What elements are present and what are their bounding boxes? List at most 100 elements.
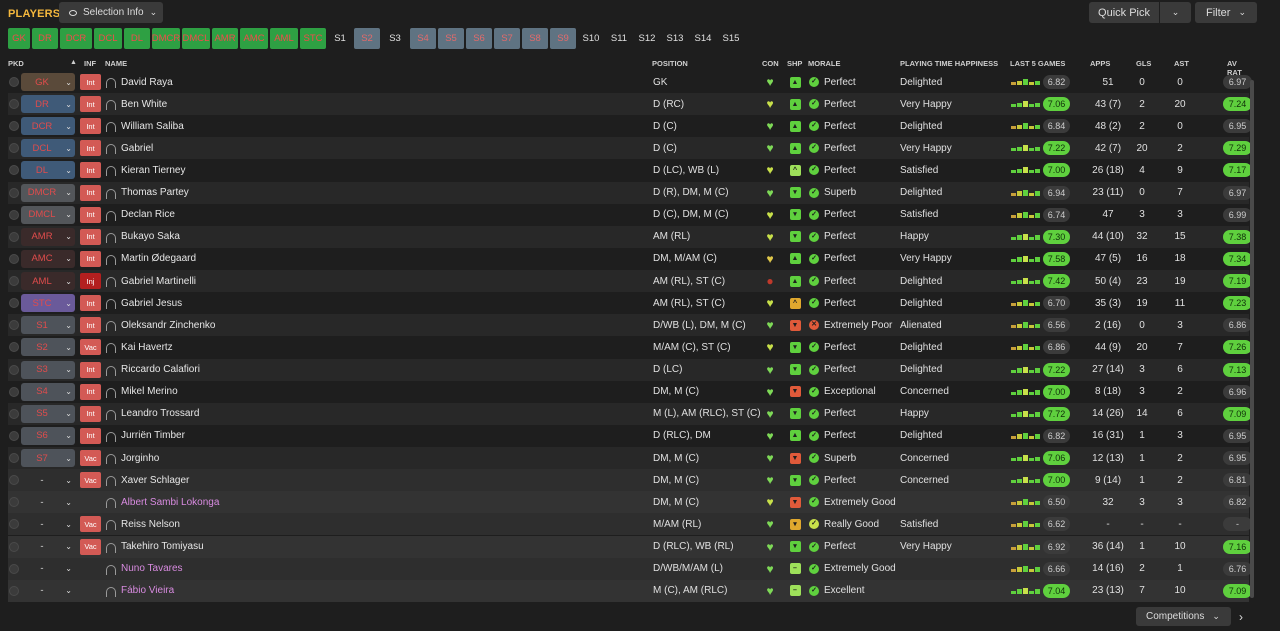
info-badge[interactable]: Int [80,96,101,113]
row-checkbox[interactable] [9,182,20,204]
table-row[interactable]: DCL ⌄ Int Gabriel D (C) ♥ ▲ ✓ Perfect Ve… [8,137,1252,160]
picked-dropdown[interactable]: - ⌄ [21,582,75,600]
tab-amc[interactable]: AMC [240,28,268,49]
filter-button[interactable]: Filter ⌄ [1195,2,1257,23]
info-badge[interactable]: Int [80,383,101,400]
row-checkbox[interactable] [9,558,20,580]
picked-selector[interactable]: S4 ⌄ [21,381,76,403]
table-row[interactable]: DL ⌄ Int Kieran Tierney D (LC), WB (L) ♥… [8,159,1252,181]
competitions-button[interactable]: Competitions ⌄ [1136,607,1231,626]
tab-s8[interactable]: S8 [522,28,548,49]
picked-dropdown[interactable]: S2 ⌄ [21,338,75,357]
picked-selector[interactable]: - ⌄ [21,580,76,602]
picked-dropdown[interactable]: STC ⌄ [21,294,75,313]
player-name[interactable]: Xaver Schlager [106,469,646,491]
table-row[interactable]: GK ⌄ Int David Raya GK ♥ ▲ ✓ Perfect Del… [8,71,1252,93]
picked-selector[interactable]: STC ⌄ [21,292,76,314]
picked-dropdown[interactable]: AMR ⌄ [21,227,75,246]
quick-pick-button[interactable]: Quick Pick ⌄ [1089,2,1191,23]
player-name[interactable]: Reiss Nelson [106,513,646,535]
col-last5[interactable]: LAST 5 GAMES [1010,59,1065,68]
tab-s12[interactable]: S12 [634,28,660,49]
picked-dropdown[interactable]: - ⌄ [21,493,75,511]
col-gls[interactable]: GLS [1136,59,1151,68]
info-badge[interactable]: Vac [80,516,101,533]
row-checkbox[interactable] [9,292,20,314]
player-name[interactable]: Fábio Vieira [106,580,646,602]
picked-selector[interactable]: AML ⌄ [21,270,76,292]
row-checkbox[interactable] [9,580,20,602]
row-checkbox[interactable] [9,248,20,270]
info-badge[interactable]: Int [80,250,101,267]
tab-s10[interactable]: S10 [578,28,604,49]
info-badge[interactable]: Int [80,427,101,444]
tab-dcr[interactable]: DCR [60,28,92,49]
picked-selector[interactable]: - ⌄ [21,491,76,513]
row-checkbox[interactable] [9,314,20,336]
row-checkbox[interactable] [9,226,20,248]
player-name[interactable]: Mikel Merino [106,381,646,403]
player-name[interactable]: Riccardo Calafiori [106,359,646,381]
picked-selector[interactable]: DR ⌄ [21,93,76,115]
picked-selector[interactable]: DMCL ⌄ [21,204,76,226]
picked-dropdown[interactable]: S1 ⌄ [21,316,75,335]
row-checkbox[interactable] [9,115,20,137]
col-playing-time[interactable]: PLAYING TIME HAPPINESS [900,59,998,68]
col-con[interactable]: CON [762,59,779,68]
table-row[interactable]: S3 ⌄ Int Riccardo Calafiori D (LC) ♥ ▾ ✓… [8,358,1252,381]
tab-s4[interactable]: S4 [410,28,436,49]
info-badge[interactable]: Int [80,184,101,201]
row-checkbox[interactable] [9,403,20,425]
table-row[interactable]: S6 ⌄ Int Jurriën Timber D (RLC), DM ♥ ▲ … [8,425,1252,447]
tab-stc[interactable]: STC [300,28,326,49]
table-row[interactable]: - ⌄ Nuno Tavares D/WB/M/AM (L) ♥ – ✓ Ext… [8,557,1252,580]
row-checkbox[interactable] [9,536,20,558]
tab-s13[interactable]: S13 [662,28,688,49]
player-name[interactable]: Gabriel Jesus [106,292,646,314]
table-row[interactable]: AMR ⌄ Int Bukayo Saka AM (RL) ♥ ▾ ✓ Perf… [8,225,1252,248]
picked-selector[interactable]: DMCR ⌄ [21,182,76,204]
row-checkbox[interactable] [9,513,20,535]
picked-dropdown[interactable]: S7 ⌄ [21,449,75,468]
row-checkbox[interactable] [9,425,20,447]
tab-s2[interactable]: S2 [354,28,380,49]
picked-dropdown[interactable]: DMCL ⌄ [21,205,75,224]
table-row[interactable]: - ⌄ Albert Sambi Lokonga DM, M (C) ♥ ▼ ✓… [8,491,1252,514]
picked-dropdown[interactable]: DL ⌄ [21,161,75,180]
picked-dropdown[interactable]: AMC ⌄ [21,249,75,268]
table-row[interactable]: DMCR ⌄ Int Thomas Partey D (R), DM, M (C… [8,181,1252,204]
player-name[interactable]: Gabriel [106,137,646,159]
row-checkbox[interactable] [9,204,20,226]
row-checkbox[interactable] [9,469,20,491]
picked-selector[interactable]: DCR ⌄ [21,115,76,137]
picked-selector[interactable]: GK ⌄ [21,71,76,93]
tab-amr[interactable]: AMR [212,28,238,49]
tab-s1[interactable]: S1 [328,28,352,49]
player-name[interactable]: David Raya [106,71,646,93]
picked-selector[interactable]: S2 ⌄ [21,336,76,358]
tab-s15[interactable]: S15 [718,28,744,49]
info-badge[interactable]: Int [80,295,101,312]
row-checkbox[interactable] [9,93,20,115]
info-badge[interactable]: Int [80,118,101,135]
picked-selector[interactable]: DL ⌄ [21,159,76,181]
info-badge[interactable]: Int [80,140,101,157]
info-badge[interactable]: Int [80,317,101,334]
col-shp[interactable]: SHP [787,59,802,68]
tab-dmcr[interactable]: DMCR [152,28,180,49]
info-badge[interactable]: Vac [80,538,101,555]
picked-dropdown[interactable]: - ⌄ [21,515,75,533]
info-badge[interactable]: Int [80,206,101,223]
row-checkbox[interactable] [9,159,20,181]
tab-s11[interactable]: S11 [606,28,632,49]
picked-dropdown[interactable]: S4 ⌄ [21,382,75,401]
picked-selector[interactable]: - ⌄ [21,513,76,535]
table-row[interactable]: S5 ⌄ Int Leandro Trossard M (L), AM (RLC… [8,402,1252,425]
col-position[interactable]: POSITION [652,59,688,68]
col-pkd[interactable]: PKD [8,59,24,68]
picked-dropdown[interactable]: - ⌄ [21,471,75,489]
player-name[interactable]: Declan Rice [106,204,646,226]
tab-dmcl[interactable]: DMCL [182,28,210,49]
tab-s5[interactable]: S5 [438,28,464,49]
tab-s14[interactable]: S14 [690,28,716,49]
